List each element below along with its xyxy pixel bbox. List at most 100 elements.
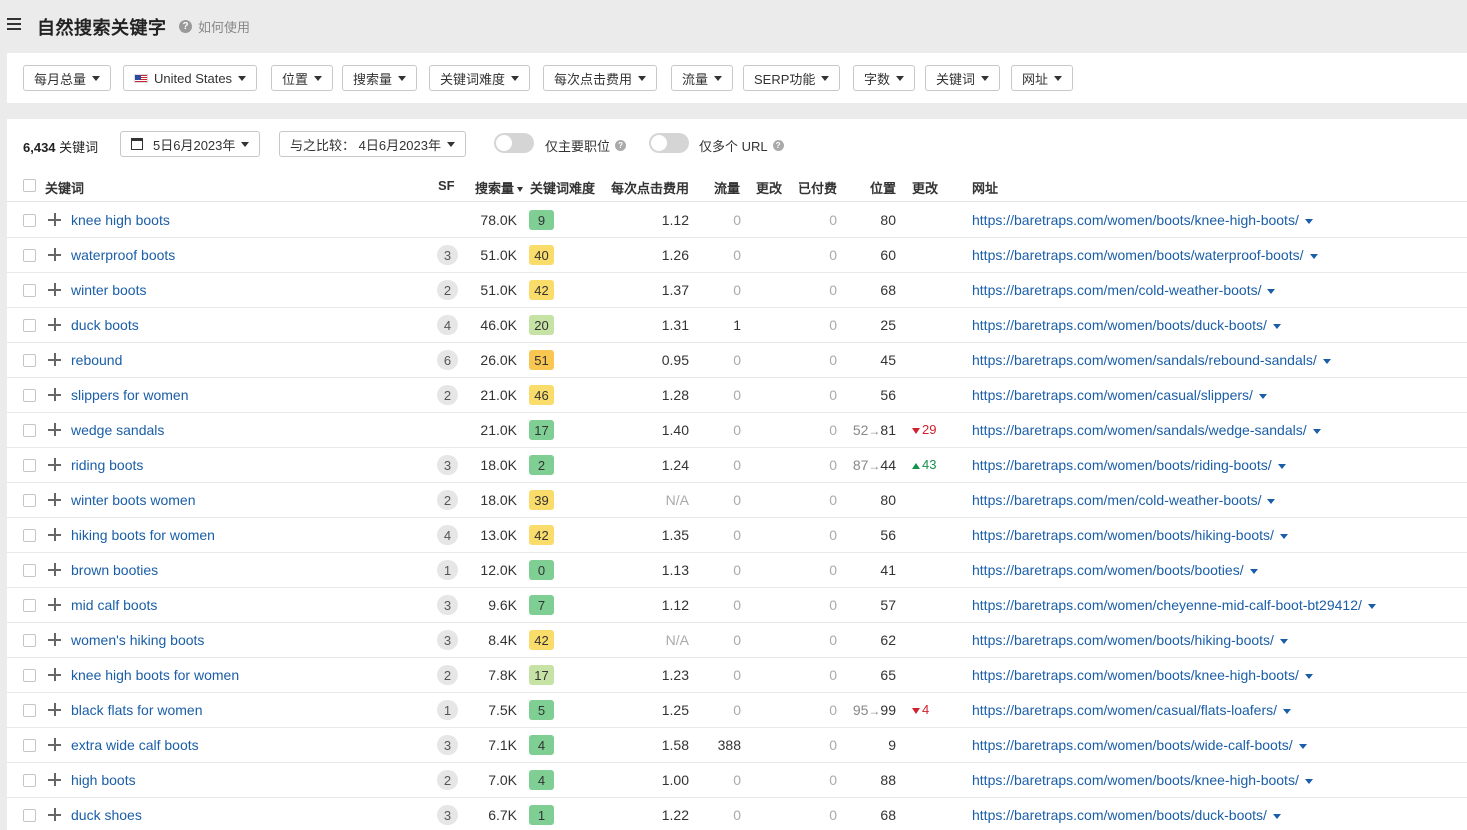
url-link[interactable]: https://baretraps.com/women/boots/hiking… xyxy=(972,527,1288,543)
filter-button-8[interactable]: 字数 xyxy=(853,65,916,91)
chevron-down-icon[interactable] xyxy=(1279,533,1288,539)
keyword-link[interactable]: duck shoes xyxy=(71,807,142,823)
row-checkbox[interactable] xyxy=(23,599,36,612)
chevron-down-icon[interactable] xyxy=(1304,673,1313,679)
chevron-down-icon[interactable] xyxy=(1283,708,1292,714)
chevron-down-icon[interactable] xyxy=(1279,638,1288,644)
row-checkbox[interactable] xyxy=(23,284,36,297)
keyword-link[interactable]: duck boots xyxy=(71,317,139,333)
url-link[interactable]: https://baretraps.com/women/casual/flats… xyxy=(972,702,1292,718)
col-traffic-change[interactable]: 更改 xyxy=(756,178,782,197)
add-icon[interactable] xyxy=(48,353,61,366)
chevron-down-icon[interactable] xyxy=(1309,253,1318,259)
add-icon[interactable] xyxy=(48,423,61,436)
url-link[interactable]: https://baretraps.com/women/boots/duck-b… xyxy=(972,317,1281,333)
add-icon[interactable] xyxy=(48,563,61,576)
help-link[interactable]: ? 如何使用 xyxy=(179,17,250,36)
add-icon[interactable] xyxy=(48,633,61,646)
filter-button-5[interactable]: 每次点击费用 xyxy=(543,65,658,91)
row-checkbox[interactable] xyxy=(23,739,36,752)
row-checkbox[interactable] xyxy=(23,389,36,402)
question-icon[interactable]: ? xyxy=(615,140,627,151)
add-icon[interactable] xyxy=(48,248,61,261)
chevron-down-icon[interactable] xyxy=(1322,358,1331,364)
url-link[interactable]: https://baretraps.com/women/boots/hiking… xyxy=(972,632,1288,648)
keyword-link[interactable]: extra wide calf boots xyxy=(71,737,199,753)
url-link[interactable]: https://baretraps.com/women/boots/wide-c… xyxy=(972,737,1307,753)
col-cpc[interactable]: 每次点击费用 xyxy=(611,178,689,197)
url-link[interactable]: https://baretraps.com/women/cheyenne-mid… xyxy=(972,597,1376,613)
filter-button-0[interactable]: 每月总量 xyxy=(23,65,112,91)
sf-badge[interactable]: 3 xyxy=(437,735,458,755)
add-icon[interactable] xyxy=(48,458,61,471)
sf-badge[interactable]: 4 xyxy=(437,315,458,335)
filter-button-4[interactable]: 关键词难度 xyxy=(429,65,531,91)
keyword-link[interactable]: knee high boots for women xyxy=(71,667,239,683)
row-checkbox[interactable] xyxy=(23,669,36,682)
multiple-urls-toggle[interactable] xyxy=(649,133,689,153)
keyword-link[interactable]: brown booties xyxy=(71,562,158,578)
row-checkbox[interactable] xyxy=(23,354,36,367)
sf-badge[interactable]: 1 xyxy=(437,560,458,580)
add-icon[interactable] xyxy=(48,738,61,751)
row-checkbox[interactable] xyxy=(23,704,36,717)
url-link[interactable]: https://baretraps.com/women/boots/riding… xyxy=(972,457,1286,473)
chevron-down-icon[interactable] xyxy=(1267,288,1276,294)
row-checkbox[interactable] xyxy=(23,809,36,822)
col-position-change[interactable]: 更改 xyxy=(912,178,938,197)
url-link[interactable]: https://baretraps.com/women/boots/waterp… xyxy=(972,247,1318,263)
filter-button-10[interactable]: 网址 xyxy=(1011,65,1074,91)
chevron-down-icon[interactable] xyxy=(1267,498,1276,504)
select-all-checkbox[interactable] xyxy=(23,179,36,192)
chevron-down-icon[interactable] xyxy=(1277,463,1286,469)
url-link[interactable]: https://baretraps.com/men/cold-weather-b… xyxy=(972,492,1276,508)
url-link[interactable]: https://baretraps.com/women/boots/knee-h… xyxy=(972,667,1313,683)
sf-badge[interactable]: 2 xyxy=(437,280,458,300)
keyword-link[interactable]: winter boots women xyxy=(71,492,196,508)
keyword-link[interactable]: winter boots xyxy=(71,282,146,298)
url-link[interactable]: https://baretraps.com/women/boots/knee-h… xyxy=(972,212,1313,228)
keyword-link[interactable]: hiking boots for women xyxy=(71,527,215,543)
keyword-link[interactable]: mid calf boots xyxy=(71,597,157,613)
sf-badge[interactable]: 1 xyxy=(437,700,458,720)
add-icon[interactable] xyxy=(48,703,61,716)
col-paid[interactable]: 已付费 xyxy=(798,178,837,197)
row-checkbox[interactable] xyxy=(23,634,36,647)
chevron-down-icon[interactable] xyxy=(1304,778,1313,784)
add-icon[interactable] xyxy=(48,388,61,401)
url-link[interactable]: https://baretraps.com/women/sandals/wedg… xyxy=(972,422,1321,438)
add-icon[interactable] xyxy=(48,773,61,786)
add-icon[interactable] xyxy=(48,808,61,821)
url-link[interactable]: https://baretraps.com/women/sandals/rebo… xyxy=(972,352,1331,368)
keyword-link[interactable]: women's hiking boots xyxy=(71,632,204,648)
sf-badge[interactable]: 2 xyxy=(437,490,458,510)
row-checkbox[interactable] xyxy=(23,249,36,262)
sf-badge[interactable]: 3 xyxy=(437,805,458,825)
row-checkbox[interactable] xyxy=(23,529,36,542)
sf-badge[interactable]: 2 xyxy=(437,665,458,685)
add-icon[interactable] xyxy=(48,528,61,541)
filter-button-6[interactable]: 流量 xyxy=(671,65,734,91)
add-icon[interactable] xyxy=(48,668,61,681)
row-checkbox[interactable] xyxy=(23,494,36,507)
col-sf[interactable]: SF xyxy=(438,178,455,193)
date-picker-button[interactable]: 5日6月2023年 xyxy=(120,131,261,157)
keyword-link[interactable]: wedge sandals xyxy=(71,422,164,438)
chevron-down-icon[interactable] xyxy=(1249,568,1258,574)
sf-badge[interactable]: 2 xyxy=(437,770,458,790)
col-position[interactable]: 位置 xyxy=(870,178,896,197)
add-icon[interactable] xyxy=(48,318,61,331)
sf-badge[interactable]: 3 xyxy=(437,595,458,615)
keyword-link[interactable]: black flats for women xyxy=(71,702,203,718)
col-volume[interactable]: 搜索量 xyxy=(475,178,524,197)
url-link[interactable]: https://baretraps.com/women/boots/bootie… xyxy=(972,562,1258,578)
url-link[interactable]: https://baretraps.com/women/boots/duck-b… xyxy=(972,807,1281,823)
question-icon[interactable]: ? xyxy=(772,140,784,151)
chevron-down-icon[interactable] xyxy=(1258,393,1267,399)
chevron-down-icon[interactable] xyxy=(1272,813,1281,819)
col-traffic[interactable]: 流量 xyxy=(714,178,740,197)
col-kd[interactable]: 关键词难度 xyxy=(530,178,595,197)
keyword-link[interactable]: rebound xyxy=(71,352,122,368)
sf-badge[interactable]: 2 xyxy=(437,385,458,405)
row-checkbox[interactable] xyxy=(23,774,36,787)
